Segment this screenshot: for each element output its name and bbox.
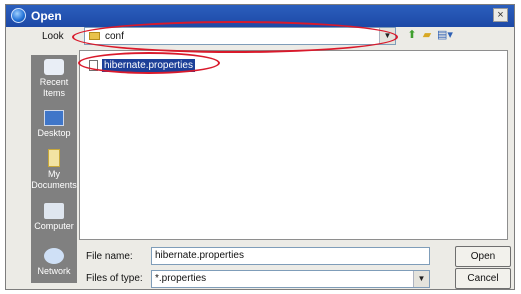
annotation-ellipse-file xyxy=(78,52,220,74)
place-desktop[interactable]: Desktop xyxy=(31,110,77,139)
places-bar: Recent Items Desktop My Documents Comput… xyxy=(31,55,77,283)
file-name-label: File name: xyxy=(86,251,133,262)
views-menu-icon[interactable]: ▤▾ xyxy=(436,28,454,42)
app-logo-icon xyxy=(11,8,26,23)
place-label: Desktop xyxy=(37,128,71,138)
place-label: Computer xyxy=(34,221,74,231)
chevron-down-icon[interactable]: ▼ xyxy=(413,271,429,287)
network-icon xyxy=(44,248,64,264)
place-recent-items[interactable]: Recent Items xyxy=(31,59,77,99)
file-name-input[interactable]: hibernate.properties xyxy=(151,247,430,265)
look-in-label: Look xyxy=(42,31,64,42)
place-network[interactable]: Network xyxy=(31,248,77,277)
place-label: My Documents xyxy=(31,169,77,190)
up-one-level-icon[interactable]: ⬆ xyxy=(405,28,419,42)
new-folder-icon[interactable]: ▰ xyxy=(420,28,434,42)
close-button[interactable]: × xyxy=(493,8,508,22)
place-my-documents[interactable]: My Documents xyxy=(31,149,77,191)
desktop-icon xyxy=(44,110,64,126)
file-type-dropdown[interactable]: *.properties ▼ xyxy=(151,270,430,288)
cancel-button[interactable]: Cancel xyxy=(455,268,511,289)
annotation-ellipse-look-in xyxy=(72,21,398,53)
open-button[interactable]: Open xyxy=(455,246,511,267)
recent-items-icon xyxy=(44,59,64,75)
place-label: Network xyxy=(37,266,71,276)
file-type-value: *.properties xyxy=(155,273,207,284)
dialog-title: Open xyxy=(31,9,62,23)
place-computer[interactable]: Computer xyxy=(31,203,77,232)
place-label: Recent Items xyxy=(39,77,69,98)
file-type-label: Files of type: xyxy=(86,273,143,284)
computer-icon xyxy=(44,203,64,219)
file-list[interactable]: hibernate.properties xyxy=(79,50,508,240)
my-documents-icon xyxy=(48,149,60,167)
